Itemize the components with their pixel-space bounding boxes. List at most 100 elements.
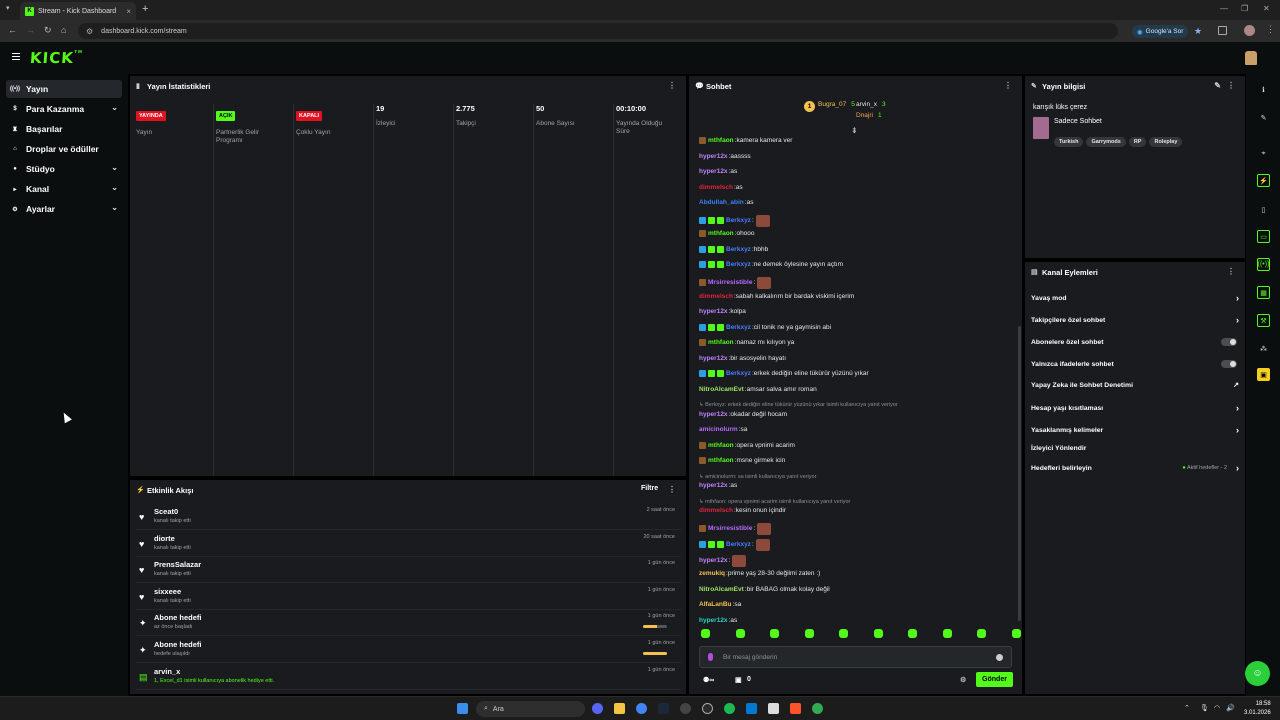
minimize-icon[interactable]: — bbox=[1220, 4, 1228, 13]
chat-username[interactable]: hyper12x bbox=[699, 411, 728, 418]
chat-username[interactable]: Mrsirresistible bbox=[708, 279, 752, 286]
chevron-down-icon[interactable]: ⌄ bbox=[111, 183, 118, 192]
chat-username[interactable]: mthfaon bbox=[708, 442, 734, 449]
tag-chip[interactable]: Garrymods bbox=[1086, 137, 1126, 147]
steam-icon[interactable] bbox=[658, 703, 669, 714]
chat-username[interactable]: Abdullah_abin bbox=[699, 199, 744, 206]
tag-chip[interactable]: Roleplay bbox=[1149, 137, 1183, 147]
top-gifter[interactable]: Dnajri 1 bbox=[856, 112, 882, 119]
chat-username[interactable]: hyper12x bbox=[699, 168, 728, 175]
chat-username[interactable]: mthfaon bbox=[708, 137, 734, 144]
sidebar-item[interactable]: ▸ Kanal ⌄ bbox=[6, 180, 122, 198]
lightning-icon[interactable]: ⚡ bbox=[1257, 174, 1270, 187]
toggle-switch[interactable] bbox=[1221, 360, 1237, 368]
channel-action-item[interactable]: Yavaş mod › bbox=[1031, 288, 1239, 308]
chat-username[interactable]: mthfaon bbox=[708, 339, 734, 346]
share-icon[interactable]: ⁂ bbox=[1257, 342, 1270, 355]
mic-icon[interactable] bbox=[708, 653, 713, 661]
activity-name[interactable]: Sceat0 bbox=[154, 507, 178, 516]
extensions-icon[interactable] bbox=[1218, 26, 1227, 35]
chat-username[interactable]: Berkxyz bbox=[726, 217, 751, 224]
chat-settings-icon[interactable]: ⚙ bbox=[960, 676, 966, 684]
chat-username[interactable]: dimmelsch bbox=[699, 293, 733, 300]
more-options-icon[interactable]: ⋮ bbox=[1227, 267, 1235, 276]
channel-action-item[interactable]: Yapay Zeka ile Sohbet Denetimi ↗ bbox=[1031, 375, 1239, 395]
chat-username[interactable]: Berkxyz bbox=[726, 246, 751, 253]
windows-start-icon[interactable] bbox=[457, 703, 468, 714]
chat-username[interactable]: NitroAlcamEvt bbox=[699, 386, 744, 393]
chat-username[interactable]: amicinolurm bbox=[699, 426, 738, 433]
tag-chip[interactable]: RP bbox=[1128, 137, 1147, 147]
activity-name[interactable]: sixxeee bbox=[154, 587, 181, 596]
chrome-profile-icon[interactable] bbox=[812, 703, 823, 714]
home-icon[interactable]: ⌂ bbox=[61, 25, 66, 35]
tray-chevron-icon[interactable]: ⌃ bbox=[1184, 704, 1190, 712]
info-icon[interactable]: ℹ bbox=[1257, 83, 1270, 96]
sidebar-item[interactable]: $ Para Kazanma ⌄ bbox=[6, 100, 122, 118]
layout-icon[interactable]: ▦ bbox=[1257, 286, 1270, 299]
mic-tray-icon[interactable]: 🎙 bbox=[1200, 704, 1209, 712]
sidebar-item[interactable]: ⚙ Ayarlar ⌄ bbox=[6, 200, 122, 218]
sidebar-item[interactable]: ((•)) Yayın bbox=[6, 80, 122, 98]
chat-scrollbar[interactable] bbox=[1018, 326, 1021, 621]
capcut-icon[interactable] bbox=[768, 703, 779, 714]
emote-3[interactable] bbox=[770, 629, 780, 638]
channel-action-item[interactable]: İzleyici Yönlendir bbox=[1031, 438, 1239, 458]
more-options-icon[interactable]: ⋮ bbox=[1227, 81, 1235, 90]
chevron-right-icon[interactable]: › bbox=[1236, 315, 1239, 325]
obs-icon[interactable] bbox=[702, 703, 713, 714]
chat-username[interactable]: mthfaon bbox=[708, 457, 734, 464]
chevron-down-icon[interactable]: ⌄ bbox=[111, 103, 118, 112]
tag-chip[interactable]: Turkish bbox=[1054, 137, 1084, 147]
wifi-icon[interactable]: ◠ bbox=[1214, 704, 1220, 712]
channel-action-item[interactable]: Yalnızca ifadelerle sohbet bbox=[1031, 354, 1239, 374]
chat-username[interactable]: dimmelsch bbox=[699, 184, 733, 191]
more-options-icon[interactable]: ⋮ bbox=[668, 485, 676, 494]
sidebar-item[interactable]: ♜ Başarılar bbox=[6, 120, 122, 138]
activity-name[interactable]: diorte bbox=[154, 534, 175, 543]
chat-username[interactable]: hyper12x bbox=[699, 617, 728, 624]
chevron-right-icon[interactable]: › bbox=[1236, 425, 1239, 435]
more-options-icon[interactable]: ⋮ bbox=[668, 81, 676, 90]
volume-icon[interactable]: 🔊 bbox=[1226, 704, 1235, 712]
kick-logo[interactable]: KICKTM bbox=[29, 49, 83, 67]
chat-username[interactable]: Berkxyz bbox=[726, 261, 751, 268]
tab-search-icon[interactable]: ▾ bbox=[6, 4, 10, 12]
wrench-icon[interactable]: ⚒ bbox=[1257, 314, 1270, 327]
close-tab-icon[interactable]: × bbox=[126, 7, 131, 16]
hamburger-menu-icon[interactable] bbox=[12, 53, 20, 61]
document-icon[interactable]: ▯ bbox=[1257, 203, 1270, 216]
pencil-icon[interactable]: ✎ bbox=[1257, 111, 1270, 124]
channel-action-item[interactable]: Abonelere özel sohbet bbox=[1031, 332, 1239, 352]
chrome-icon[interactable] bbox=[636, 703, 647, 714]
chat-username[interactable]: hyper12x bbox=[699, 355, 728, 362]
chat-username[interactable]: AlfaLanBu bbox=[699, 601, 732, 608]
chat-username[interactable]: Berkxyz bbox=[726, 541, 751, 548]
channel-action-item[interactable]: Hesap yaşı kısıtlaması › bbox=[1031, 398, 1239, 418]
emote-5[interactable] bbox=[839, 629, 849, 638]
taskbar-clock[interactable]: 18:58 3.01.2026 bbox=[1244, 700, 1271, 718]
clapper-icon[interactable]: ▣ bbox=[1257, 368, 1270, 381]
chat-username[interactable]: hyper12x bbox=[699, 153, 728, 160]
site-info-icon[interactable]: ⚙ bbox=[86, 27, 93, 36]
chat-username[interactable]: Berkxyz bbox=[726, 324, 751, 331]
taskbar-search[interactable]: ⌕ Ara bbox=[476, 701, 585, 717]
browser-menu-icon[interactable]: ⋮ bbox=[1266, 24, 1275, 35]
profile-avatar[interactable] bbox=[1244, 25, 1255, 36]
edit-icon[interactable]: ✎ bbox=[1214, 81, 1221, 90]
chevron-right-icon[interactable]: › bbox=[1236, 463, 1239, 473]
chat-toggle-icon[interactable]: ▭ bbox=[1257, 230, 1270, 243]
emote-9[interactable] bbox=[977, 629, 987, 638]
chat-username[interactable]: hyper12x bbox=[699, 557, 728, 564]
emote-6[interactable] bbox=[873, 629, 883, 638]
emote-1[interactable] bbox=[701, 629, 710, 638]
gift-box-icon[interactable]: ▣ bbox=[735, 676, 742, 684]
sidebar-item[interactable]: ● Stüdyo ⌄ bbox=[6, 160, 122, 178]
sidebar-item[interactable]: ⌂ Droplar ve ödüller bbox=[6, 140, 122, 158]
chevron-right-icon[interactable]: › bbox=[1236, 293, 1239, 303]
toggle-switch[interactable] bbox=[1221, 338, 1237, 346]
user-avatar[interactable] bbox=[1245, 51, 1257, 65]
chat-username[interactable]: mthfaon bbox=[708, 230, 734, 237]
scan-icon[interactable]: ⌖ bbox=[1257, 147, 1270, 160]
filter-button[interactable]: Filtre bbox=[641, 485, 658, 492]
